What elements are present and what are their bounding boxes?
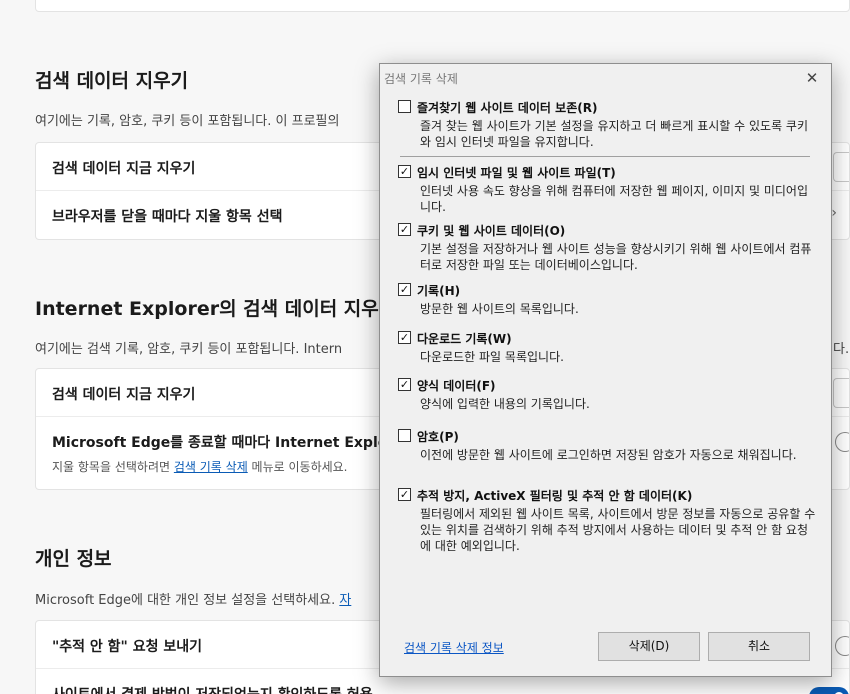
ie-clear-on-exit-label: Microsoft Edge를 종료할 때마다 Internet Explore…	[52, 435, 411, 451]
option-desc: 이전에 방문한 웹 사이트에 로그인하면 저장된 암호가 자동으로 채워집니다.	[420, 448, 797, 462]
payment-methods-toggle[interactable]	[809, 687, 849, 694]
checkbox-preserve-favorites[interactable]	[398, 100, 411, 113]
dialog-separator	[400, 156, 810, 157]
option-form-data: ✓ 양식 데이터(F) 양식에 입력한 내용의 기록입니다.	[398, 377, 818, 411]
checkbox-passwords[interactable]	[398, 429, 411, 442]
checkbox-temp-files[interactable]: ✓	[398, 165, 411, 178]
cancel-button[interactable]: 취소	[708, 632, 810, 661]
clear-now-label: 검색 데이터 지금 지우기	[52, 161, 196, 177]
checkbox-history[interactable]: ✓	[398, 283, 411, 296]
option-desc: 인터넷 사용 속도 향상을 위해 컴퓨터에 저장한 웹 페이지, 이미지 및 미…	[420, 184, 809, 214]
checkbox-cookies[interactable]: ✓	[398, 223, 411, 236]
clear-on-close-label: 브라우저를 닫을 때마다 지울 항목 선택	[52, 209, 283, 225]
option-label: 양식 데이터(F)	[417, 379, 496, 393]
option-desc: 방문한 웹 사이트의 목록입니다.	[420, 302, 579, 316]
close-icon[interactable]: ✕	[801, 67, 823, 89]
previous-settings-card	[35, 0, 850, 12]
payment-methods-label: 사이트에서 결제 방법이 저장되었는지 확인하도록 허용	[52, 684, 373, 694]
option-history: ✓ 기록(H) 방문한 웹 사이트의 목록입니다.	[398, 282, 818, 316]
section-title-privacy: 개인 정보	[35, 548, 112, 570]
option-desc: 필터링에서 제외된 웹 사이트 목록, 사이트에서 방문 정보를 자동으로 공유…	[420, 507, 816, 553]
dialog-title: 검색 기록 삭제	[384, 72, 458, 86]
option-tracking-protection: ✓ 추적 방지, ActiveX 필터링 및 추적 안 함 데이터(K) 필터링에…	[398, 487, 818, 553]
option-label: 쿠키 및 웹 사이트 데이터(O)	[417, 224, 566, 238]
ie-clear-now-label: 검색 데이터 지금 지우기	[52, 387, 196, 403]
option-passwords: 암호(P) 이전에 방문한 웹 사이트에 로그인하면 저장된 암호가 자동으로 …	[398, 428, 818, 462]
option-download-history: ✓ 다운로드 기록(W) 다운로드한 파일 목록입니다.	[398, 330, 818, 364]
delete-browsing-history-dialog: 검색 기록 삭제 ✕ 즐겨찾기 웹 사이트 데이터 보존(R) 즐겨 찾는 웹 …	[379, 63, 832, 677]
option-temp-files: ✓ 임시 인터넷 파일 및 웹 사이트 파일(T) 인터넷 사용 속도 향상을 위…	[398, 164, 818, 214]
do-not-track-toggle[interactable]	[835, 636, 849, 656]
option-label: 즐겨찾기 웹 사이트 데이터 보존(R)	[417, 101, 598, 115]
option-desc: 다운로드한 파일 목록입니다.	[420, 350, 564, 364]
option-label: 임시 인터넷 파일 및 웹 사이트 파일(T)	[417, 166, 616, 180]
privacy-learn-more-link[interactable]: 자	[339, 593, 351, 608]
delete-history-link[interactable]: 검색 기록 삭제	[174, 460, 248, 474]
option-cookies: ✓ 쿠키 및 웹 사이트 데이터(O) 기본 설정을 저장하거나 웹 사이트 성능…	[398, 222, 818, 272]
delete-button[interactable]: 삭제(D)	[598, 632, 700, 661]
option-desc: 즐겨 찾는 웹 사이트가 기본 설정을 유지하고 더 빠르게 표시할 수 있도록…	[420, 119, 809, 149]
option-preserve-favorites: 즐겨찾기 웹 사이트 데이터 보존(R) 즐겨 찾는 웹 사이트가 기본 설정을…	[398, 99, 818, 149]
ie-clear-on-exit-sub: 지울 항목을 선택하려면 검색 기록 삭제 메뉴로 이동하세요.	[52, 460, 348, 474]
option-label: 다운로드 기록(W)	[417, 332, 512, 346]
section-title-clear-browsing-data: 검색 데이터 지우기	[35, 70, 189, 92]
do-not-track-label: "추적 안 함" 요청 보내기	[52, 639, 203, 655]
option-desc: 양식에 입력한 내용의 기록입니다.	[420, 397, 590, 411]
section-desc-privacy: Microsoft Edge에 대한 개인 정보 설정을 선택하세요. 자	[35, 593, 352, 608]
section-desc-ie-tail: 다.	[833, 342, 850, 357]
checkbox-tracking-protection[interactable]: ✓	[398, 488, 411, 501]
delete-history-info-link[interactable]: 검색 기록 삭제 정보	[404, 639, 504, 656]
section-title-ie-data: Internet Explorer의 검색 데이터 지우	[35, 298, 379, 320]
option-label: 기록(H)	[417, 284, 461, 298]
ie-clear-on-exit-toggle[interactable]	[835, 432, 849, 452]
section-desc-ie-data: 여기에는 검색 기록, 암호, 쿠키 등이 포함됩니다. Intern	[35, 342, 343, 357]
checkbox-form-data[interactable]: ✓	[398, 378, 411, 391]
option-label: 암호(P)	[417, 430, 459, 444]
section-desc-clear-browsing-data: 여기에는 기록, 암호, 쿠키 등이 포함됩니다. 이 프로필의	[35, 114, 340, 129]
choose-what-to-clear-button[interactable]	[833, 152, 849, 182]
option-desc: 기본 설정을 저장하거나 웹 사이트 성능을 향상시키기 위해 웹 사이트에서 …	[420, 242, 812, 272]
ie-choose-what-to-clear-button[interactable]	[833, 378, 849, 408]
option-label: 추적 방지, ActiveX 필터링 및 추적 안 함 데이터(K)	[417, 489, 693, 503]
checkbox-download-history[interactable]: ✓	[398, 331, 411, 344]
chevron-right-icon: ›	[831, 205, 837, 221]
